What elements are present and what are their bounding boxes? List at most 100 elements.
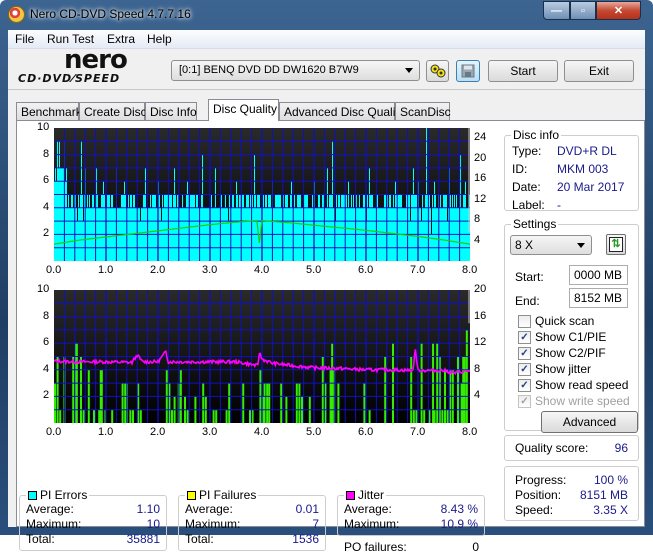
- tab-benchmark[interactable]: Benchmark: [16, 102, 82, 121]
- menu-help[interactable]: Help: [147, 32, 172, 46]
- check-icon: ✓: [518, 378, 531, 392]
- refresh-icon: ⇅: [609, 237, 623, 252]
- pif-bar: [82, 409, 85, 423]
- pif-bar: [215, 409, 218, 423]
- y2-tick-label: 16: [474, 309, 487, 322]
- pi-errors-plot: [54, 128, 470, 261]
- settings-group: Settings 8 X ⇅ Start: 0000 MB End: 8152 …: [504, 217, 639, 433]
- pie-total-label: Total:: [26, 532, 55, 546]
- title-bar[interactable]: Nero CD-DVD Speed 4.7.7.16 — ▫ ✕: [0, 0, 653, 30]
- pif-bar: [280, 383, 283, 423]
- pif-bar: [93, 409, 95, 423]
- y-tick-label: 4: [43, 200, 50, 213]
- y2-tick-label: 4: [474, 233, 481, 246]
- x-tick-label: 3.0: [202, 264, 218, 276]
- show-jitter-checkbox[interactable]: ✓ Show jitter: [518, 362, 591, 376]
- tab-create-disc[interactable]: Create Disc: [79, 102, 147, 121]
- pif-bar: [368, 409, 371, 423]
- quick-scan-checkbox[interactable]: Quick scan: [518, 314, 594, 328]
- pif-bar: [298, 383, 301, 423]
- pif-bar: [228, 383, 231, 423]
- tab-scandisc[interactable]: ScanDisc: [395, 102, 451, 121]
- pif-bar: [415, 409, 418, 423]
- check-icon: ✓: [518, 394, 531, 408]
- speed-label: Speed:: [515, 503, 554, 517]
- y-tick-label: 6: [43, 174, 50, 187]
- id-label: ID:: [512, 162, 528, 176]
- drive-select-value: [0:1] BENQ DVD DD DW1620 B7W9: [179, 64, 359, 76]
- tab-disc-quality[interactable]: Disc Quality: [208, 99, 279, 121]
- pif-bar: [337, 383, 340, 423]
- y2-tick-label: 20: [474, 151, 487, 164]
- pif-bar: [384, 356, 387, 423]
- pif-maximum-value: 7: [312, 517, 319, 531]
- pif-bar: [441, 409, 444, 423]
- window-title: Nero CD-DVD Speed 4.7.7.16: [30, 7, 191, 21]
- pie-total-value: 35881: [126, 532, 160, 546]
- show-c2-pif-label: Show C2/PIF: [535, 346, 606, 360]
- show-c1-pie-checkbox[interactable]: ✓ Show C1/PIE: [518, 330, 606, 344]
- y2-tick-label: 12: [474, 192, 487, 205]
- tab-disc-info[interactable]: Disc Info: [145, 102, 197, 121]
- maximize-button[interactable]: ▫: [570, 1, 596, 20]
- checkbox-box: [518, 314, 531, 328]
- y2-tick-label: 8: [474, 213, 481, 226]
- show-read-speed-checkbox[interactable]: ✓ Show read speed: [518, 378, 628, 392]
- app-icon: [8, 6, 25, 23]
- pi-errors-swatch: [28, 490, 37, 500]
- y-tick-label: 8: [43, 147, 50, 160]
- pif-bar: [121, 383, 124, 423]
- y-tick-label: 2: [43, 227, 50, 240]
- chevron-down-icon: [577, 243, 585, 248]
- start-field[interactable]: 0000 MB: [569, 265, 628, 285]
- jitter-group: Jitter Average: 8.43 % Maximum: 10.9 %: [337, 488, 485, 536]
- pif-bar: [410, 356, 413, 423]
- quality-score-group: Quality score: 96: [504, 435, 639, 461]
- tab-advanced-disc-quality[interactable]: Advanced Disc Quality: [279, 102, 405, 121]
- logo-nero-text: nero: [64, 45, 128, 75]
- pif-bar: [129, 409, 132, 423]
- x-tick-label: 6.0: [358, 264, 374, 276]
- y2-tick-label: 4: [474, 389, 481, 402]
- app-window: Nero CD-DVD Speed 4.7.7.16 — ▫ ✕ File Ru…: [0, 0, 653, 554]
- pif-bar: [412, 409, 415, 423]
- drive-select[interactable]: [0:1] BENQ DVD DD DW1620 B7W9: [171, 60, 420, 81]
- pif-bar: [72, 356, 75, 423]
- pi-errors-title-text: PI Errors: [40, 488, 88, 502]
- quality-score-label: Quality score:: [515, 441, 589, 455]
- pi-failures-title: PI Failures: [185, 488, 259, 502]
- show-c2-pif-checkbox[interactable]: ✓ Show C2/PIF: [518, 346, 606, 360]
- x-tick-label: 4.0: [254, 426, 270, 438]
- x-tick-label: 5.0: [306, 426, 322, 438]
- pif-bar: [56, 356, 59, 423]
- exit-button[interactable]: Exit: [564, 60, 634, 82]
- end-field[interactable]: 8152 MB: [569, 288, 628, 308]
- y2-tick-label: 16: [474, 172, 487, 185]
- pif-average-label: Average:: [185, 502, 233, 516]
- disc-quality-panel: 0.0 1.0 2.0 3.0 4.0 5.0 6.0 7.0 8.0 2 4 6 8 10 4 8 12 16 2…: [16, 120, 645, 554]
- save-button[interactable]: [456, 60, 480, 82]
- pie-average-label: Average:: [26, 502, 74, 516]
- pif-bar: [202, 383, 205, 423]
- pif-bar: [423, 409, 426, 423]
- refresh-speed-button[interactable]: ⇅: [606, 234, 626, 255]
- menu-run-test[interactable]: Run Test: [47, 32, 94, 46]
- minimize-button[interactable]: —: [543, 1, 570, 20]
- advanced-button[interactable]: Advanced: [541, 411, 638, 433]
- pie-maximum-value: 10: [146, 517, 160, 531]
- y2-tick-label: 8: [474, 362, 481, 375]
- jitter-title: Jitter: [344, 488, 387, 502]
- menu-extra[interactable]: Extra: [107, 32, 135, 46]
- x-tick-label: 8.0: [462, 264, 478, 276]
- pif-bar: [363, 383, 366, 423]
- drive-info-button[interactable]: [426, 60, 449, 82]
- start-button[interactable]: Start: [488, 60, 558, 82]
- x-tick-label: 4.0: [254, 264, 270, 276]
- x-tick-label: 8.0: [462, 426, 478, 438]
- progress-label: Progress:: [515, 473, 567, 487]
- y-tick-label: 10: [37, 283, 50, 295]
- menu-file[interactable]: File: [15, 32, 34, 46]
- label-label: Label:: [512, 198, 545, 212]
- close-button[interactable]: ✕: [596, 1, 641, 20]
- speed-select[interactable]: 8 X: [510, 235, 592, 255]
